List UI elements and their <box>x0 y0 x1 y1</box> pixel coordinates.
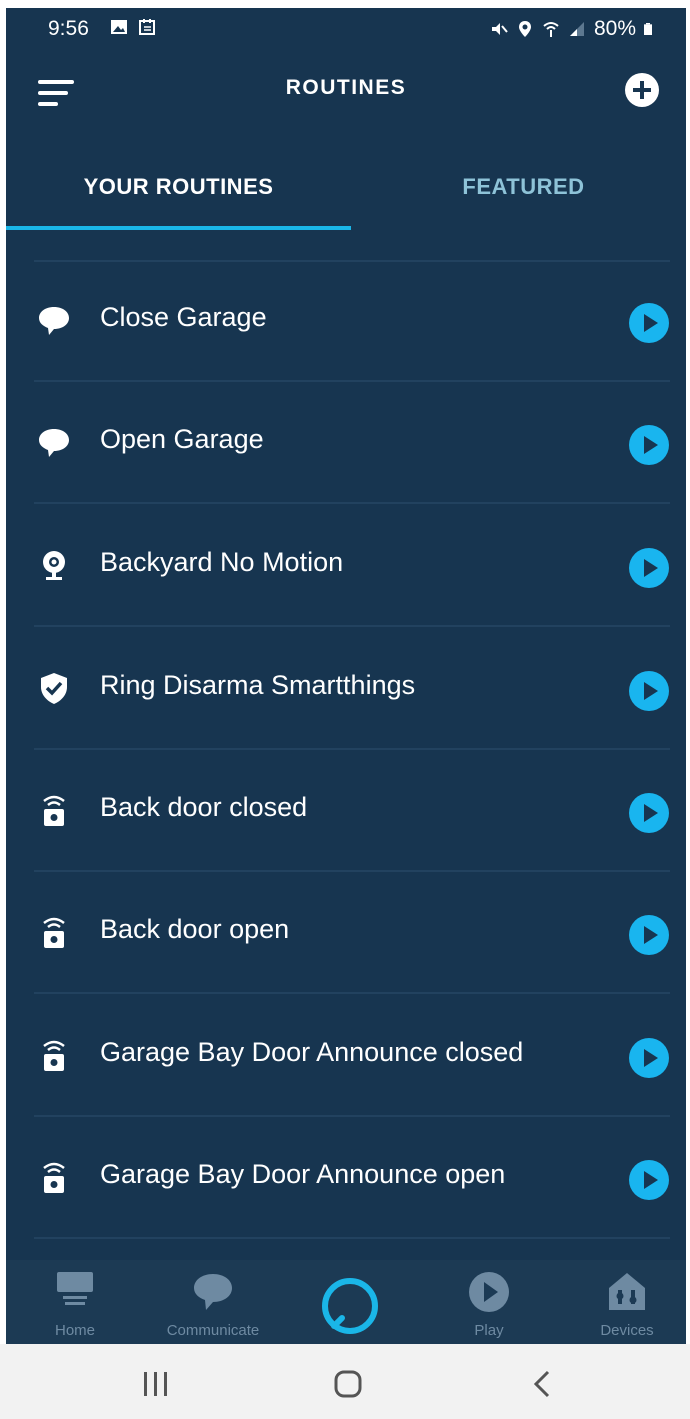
routine-row[interactable]: Back door closed <box>6 750 686 872</box>
routine-label: Backyard No Motion <box>100 547 344 577</box>
active-tab-indicator <box>6 226 351 230</box>
routine-label: Back door closed <box>100 792 308 822</box>
routine-label: Garage Bay Door Announce open <box>100 1159 506 1189</box>
add-routine-button[interactable] <box>624 72 660 108</box>
play-routine-button[interactable] <box>628 914 670 956</box>
status-time: 9:56 <box>48 17 89 40</box>
routine-label: Close Garage <box>100 302 267 332</box>
list-divider <box>34 502 670 504</box>
contact-sensor-icon <box>43 1040 65 1071</box>
status-notification-icons <box>110 18 156 36</box>
wifi-calling-icon <box>543 22 559 37</box>
routine-label: Ring Disarma Smartthings <box>100 670 416 700</box>
battery-icon <box>644 23 652 35</box>
nav-play-label: Play <box>474 1322 504 1339</box>
routine-row[interactable]: Close Garage <box>6 260 686 382</box>
mute-icon <box>491 23 508 35</box>
status-bar: 9:56 80% <box>6 8 686 52</box>
list-divider <box>34 625 670 627</box>
shield-check-icon <box>41 673 67 704</box>
contact-sensor-icon <box>43 795 65 826</box>
home-button-icon[interactable] <box>328 1364 368 1404</box>
nav-devices[interactable]: Devices <box>572 1260 682 1344</box>
camera-icon <box>43 551 65 580</box>
contact-sensor-icon <box>43 1162 65 1193</box>
routine-label: Garage Bay Door Announce closed <box>100 1037 524 1067</box>
signal-icon <box>569 22 584 36</box>
recent-apps-icon[interactable] <box>136 1364 176 1404</box>
nav-communicate-label: Communicate <box>166 1322 260 1339</box>
play-routine-button[interactable] <box>628 1159 670 1201</box>
speech-bubble-icon <box>39 429 69 457</box>
status-system-icons: 80% <box>490 17 656 41</box>
routine-row[interactable]: Garage Bay Door Announce closed <box>6 995 686 1117</box>
play-routine-button[interactable] <box>628 302 670 344</box>
play-routine-button[interactable] <box>628 424 670 466</box>
devices-icon <box>609 1273 645 1310</box>
nav-play[interactable]: Play <box>434 1260 544 1344</box>
battery-percent: 80% <box>593 17 636 40</box>
tab-your-routines[interactable]: YOUR ROUTINES <box>6 158 351 230</box>
location-icon <box>518 21 531 37</box>
play-routine-button[interactable] <box>628 792 670 834</box>
list-divider <box>34 1237 670 1239</box>
routine-row[interactable]: Open Garage <box>6 382 686 504</box>
play-icon <box>469 1272 509 1312</box>
home-icon <box>57 1272 93 1305</box>
alexa-button[interactable] <box>320 1276 380 1336</box>
tab-featured[interactable]: FEATURED <box>351 158 686 230</box>
gallery-icon <box>111 20 127 34</box>
nav-home-label: Home <box>54 1322 95 1339</box>
bottom-nav: Home Communicate Play Devices <box>6 1260 686 1344</box>
app-screen: 9:56 80% ROUTINES YOUR ROUTINES FEATURED… <box>6 8 686 1344</box>
communicate-icon <box>194 1274 232 1310</box>
page-title: ROUTINES <box>285 76 407 99</box>
speech-bubble-icon <box>39 307 69 335</box>
routine-label: Open Garage <box>100 424 264 454</box>
routine-row[interactable]: Back door open <box>6 872 686 994</box>
contact-sensor-icon <box>43 917 65 948</box>
play-routine-button[interactable] <box>628 1037 670 1079</box>
routine-row[interactable]: Backyard No Motion <box>6 505 686 627</box>
calendar-icon <box>139 19 155 35</box>
play-routine-button[interactable] <box>628 547 670 589</box>
routine-row[interactable]: Garage Bay Door Announce open <box>6 1117 686 1239</box>
routine-label: Back door open <box>100 914 290 944</box>
nav-communicate[interactable]: Communicate <box>158 1260 268 1344</box>
play-routine-button[interactable] <box>628 670 670 712</box>
android-nav-bar <box>0 1344 690 1419</box>
routine-tabs: YOUR ROUTINES FEATURED <box>6 158 686 230</box>
nav-home[interactable]: Home <box>20 1260 130 1344</box>
app-header: ROUTINES <box>6 52 686 132</box>
nav-devices-label: Devices <box>600 1322 654 1339</box>
routine-row[interactable]: Ring Disarma Smartthings <box>6 628 686 750</box>
back-icon[interactable] <box>522 1364 562 1404</box>
list-divider <box>34 992 670 994</box>
